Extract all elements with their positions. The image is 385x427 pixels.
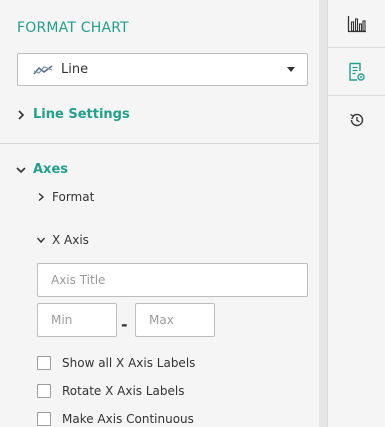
chevron-right-icon (18, 109, 25, 120)
make-axis-continuous-option[interactable]: Make Axis Continuous (37, 412, 194, 426)
section-divider (0, 143, 319, 144)
axis-max-input[interactable] (135, 303, 215, 337)
format-label: Format (52, 190, 95, 204)
chart-type-value: Line (61, 62, 89, 77)
show-all-x-axis-labels-checkbox[interactable] (37, 356, 51, 370)
panel-title: FORMAT CHART (17, 20, 129, 36)
range-separator: - (121, 315, 128, 334)
chevron-down-icon (287, 67, 295, 72)
panel-scrollbar[interactable] (319, 0, 327, 427)
rotate-x-axis-labels-checkbox[interactable] (37, 384, 51, 398)
format-rail-button[interactable] (328, 48, 385, 96)
make-axis-continuous-label: Make Axis Continuous (62, 412, 194, 426)
axes-toggle[interactable]: Axes (15, 162, 68, 177)
chart-type-select[interactable]: Line (17, 53, 308, 86)
make-axis-continuous-checkbox[interactable] (37, 412, 51, 426)
chart-rail-button[interactable] (328, 0, 385, 48)
line-settings-toggle[interactable]: Line Settings (15, 107, 130, 122)
show-all-x-axis-labels-label: Show all X Axis Labels (62, 356, 196, 370)
format-toggle[interactable]: Format (36, 190, 94, 204)
axis-min-input[interactable] (37, 303, 117, 337)
line-chart-icon (33, 65, 53, 75)
x-axis-label: X Axis (52, 233, 89, 247)
format-settings-icon (348, 62, 365, 81)
side-rail (327, 0, 385, 427)
show-all-x-axis-labels-option[interactable]: Show all X Axis Labels (37, 356, 195, 370)
chevron-right-icon (38, 192, 45, 202)
chevron-down-icon (16, 166, 26, 173)
bar-chart-icon (347, 15, 366, 32)
format-chart-app: FORMAT CHART Line Line Settings Axes For… (0, 0, 385, 427)
history-icon (349, 113, 363, 127)
axes-label: Axes (33, 162, 69, 177)
chevron-down-icon (36, 237, 46, 244)
axis-title-input[interactable] (37, 263, 308, 297)
x-axis-toggle[interactable]: X Axis (36, 233, 89, 247)
format-chart-panel: FORMAT CHART Line Line Settings Axes For… (0, 0, 319, 427)
history-rail-button[interactable] (328, 96, 385, 144)
line-settings-label: Line Settings (33, 107, 130, 122)
rotate-x-axis-labels-label: Rotate X Axis Labels (62, 384, 185, 398)
rotate-x-axis-labels-option[interactable]: Rotate X Axis Labels (37, 384, 184, 398)
